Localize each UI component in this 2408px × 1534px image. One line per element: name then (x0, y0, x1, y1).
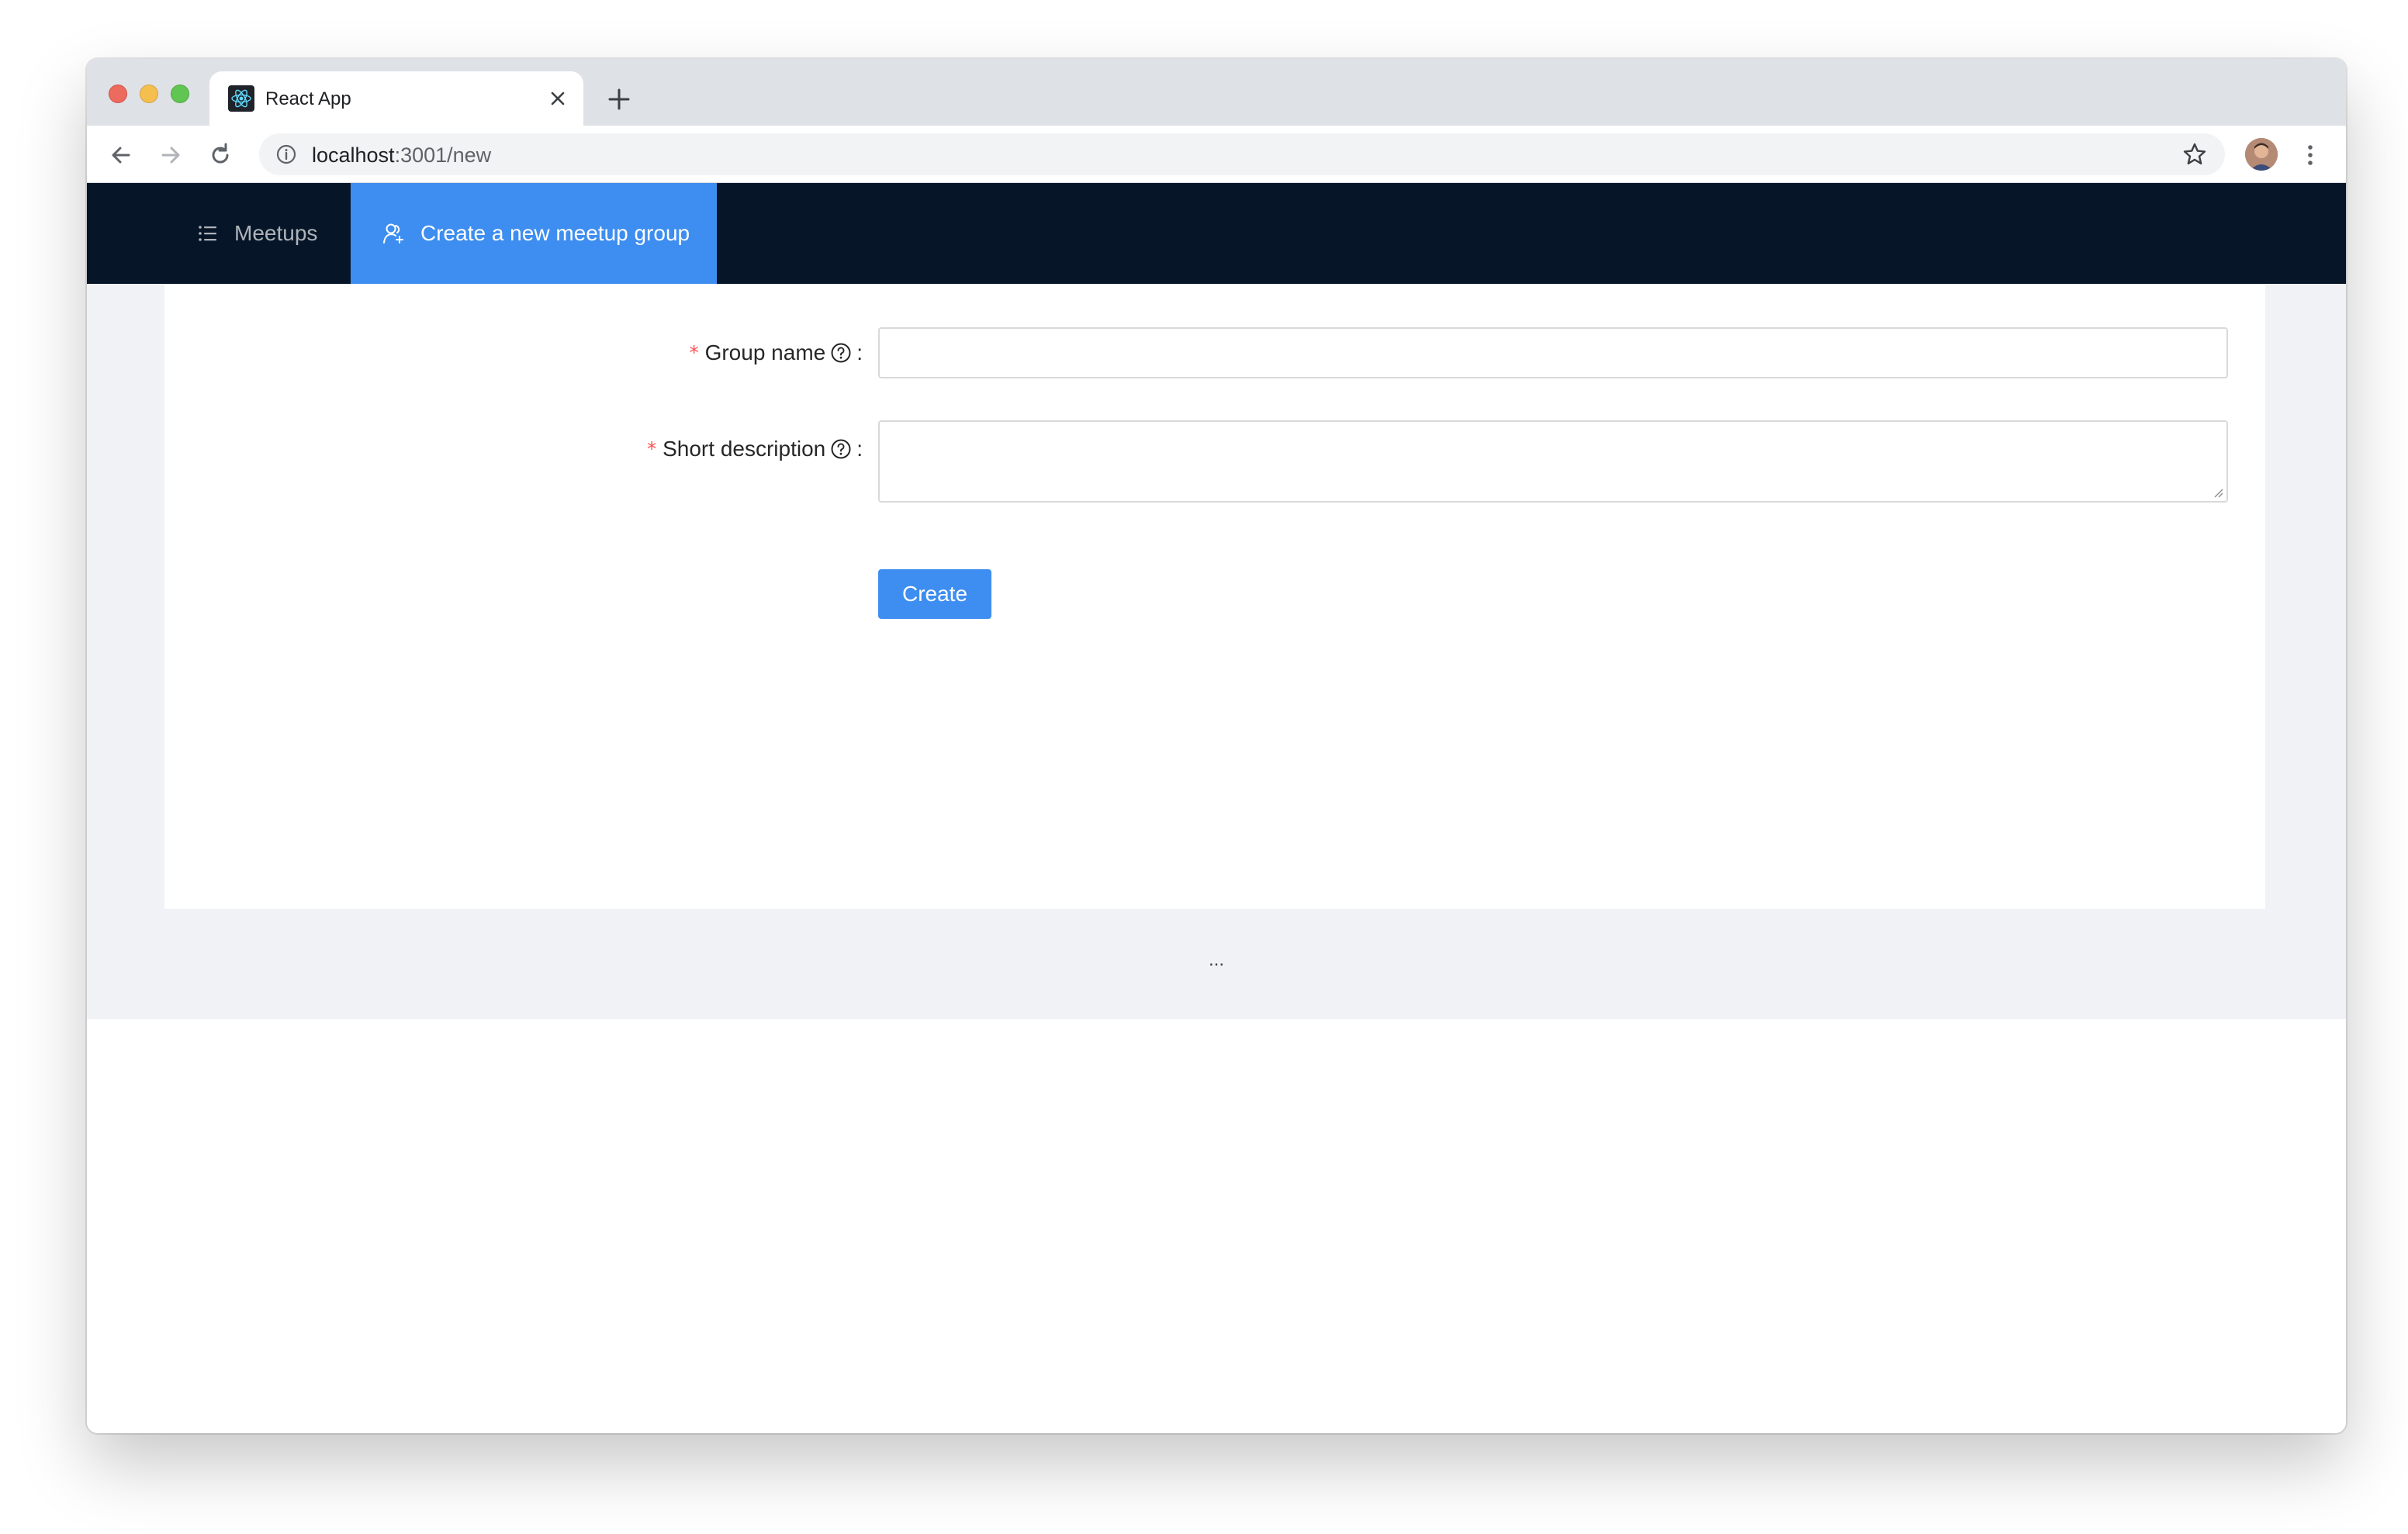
browser-toolbar: localhost:3001/new (87, 126, 2346, 183)
group-name-label-text: Group name (704, 340, 826, 364)
page-viewport: Meetups Create a new meetup group * Grou… (87, 183, 2346, 1433)
react-logo-icon (228, 85, 254, 112)
short-description-textarea[interactable] (878, 420, 2228, 503)
footer-text: ... (1208, 949, 1224, 970)
usergroup-add-icon (382, 221, 407, 246)
unordered-list-icon (195, 221, 220, 246)
label-colon: : (856, 340, 863, 364)
browser-titlebar: React App (87, 59, 2346, 126)
layout-background: * Group name : * Short description: Cre… (87, 284, 2346, 1019)
create-button[interactable]: Create (878, 569, 991, 619)
label-colon: : (856, 437, 863, 461)
group-name-label: * Group name : (690, 340, 863, 365)
window-close-button[interactable] (109, 85, 127, 103)
url-text: localhost:3001/new (312, 143, 491, 168)
question-circle-icon[interactable] (830, 438, 852, 460)
resize-grip-icon[interactable] (2213, 487, 2223, 498)
short-description-label: * Short description : (647, 437, 863, 461)
content-card: * Group name : * Short description: Cre… (164, 284, 2265, 909)
footer: ... (87, 909, 2346, 1019)
nav-item-meetups[interactable]: Meetups (195, 183, 317, 284)
profile-avatar[interactable] (2245, 138, 2278, 171)
info-icon[interactable] (275, 143, 298, 166)
app-header: Meetups Create a new meetup group (87, 183, 2346, 284)
forward-arrow-icon[interactable] (155, 140, 186, 171)
close-tab-icon[interactable] (546, 87, 569, 110)
back-arrow-icon[interactable] (106, 140, 137, 171)
window-minimize-button[interactable] (140, 85, 158, 103)
nav-item-label: Meetups (234, 221, 318, 245)
new-tab-icon[interactable] (605, 85, 633, 113)
nav-item-create-group[interactable]: Create a new meetup group (351, 183, 717, 284)
browser-window: React App localhost:3001/new Meetups Cre… (87, 59, 2346, 1433)
group-name-input[interactable] (878, 327, 2228, 378)
browser-tab[interactable]: React App (209, 71, 583, 126)
nav-item-label: Create a new meetup group (420, 221, 690, 245)
bookmark-star-icon[interactable] (2181, 141, 2208, 168)
window-maximize-button[interactable] (171, 85, 189, 103)
url-path: :3001/new (394, 143, 492, 167)
required-mark: * (647, 438, 657, 460)
browser-menu-icon[interactable] (2295, 140, 2326, 171)
address-bar[interactable]: localhost:3001/new (259, 133, 2225, 175)
question-circle-icon[interactable] (830, 342, 852, 364)
short-description-label-text: Short description (663, 437, 826, 461)
required-mark: * (689, 342, 699, 364)
reload-icon[interactable] (205, 140, 236, 171)
tab-title: React App (265, 88, 351, 109)
url-host: localhost (312, 143, 395, 167)
